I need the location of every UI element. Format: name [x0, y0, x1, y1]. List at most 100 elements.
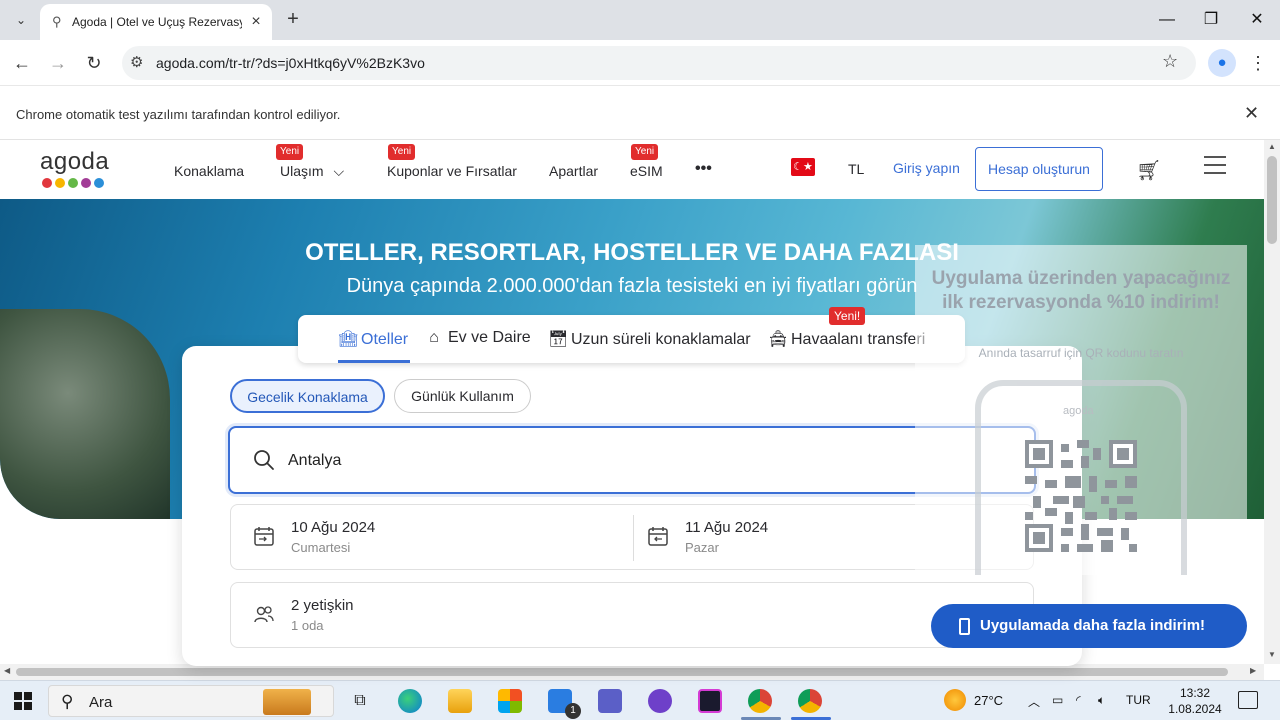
new-tab-button[interactable]: + [282, 8, 304, 30]
tray-chevron-icon[interactable]: ︿ [1028, 693, 1040, 710]
tab-homes[interactable]: ⌂ Ev ve Daire [425, 329, 531, 347]
weather-icon[interactable] [944, 689, 966, 711]
windows-taskbar: ⚲ Ara ⧉ 1 27°C ︿ ▭ ◜ 🔈︎ TUR 13:32 1.08.2… [0, 680, 1280, 720]
battery-icon[interactable]: ▭ [1052, 693, 1063, 707]
tab-close-icon[interactable]: × [246, 12, 266, 32]
rooms-count: 1 oda [291, 618, 324, 633]
new-badge: Yeni [631, 144, 659, 160]
checkin-day: Cumartesi [291, 540, 351, 555]
windows-start-icon[interactable] [14, 692, 32, 710]
tab-long-stay[interactable]: 📅︎ Uzun süreli konaklamalar [548, 329, 751, 349]
browser-toolbar: ← → ↻ ⚙ agoda.com/tr-tr/?ds=j0xHtkq6yV%2… [0, 40, 1280, 86]
search-icon [254, 450, 274, 470]
phone-icon [959, 617, 970, 635]
agoda-logo[interactable]: agoda [40, 148, 109, 176]
briefcase-icon [263, 689, 311, 715]
guests-field[interactable]: 2 yetişkin 1 oda [230, 582, 1034, 648]
bookmark-star-icon[interactable]: ☆ [1162, 51, 1178, 72]
chrome-active-icon[interactable] [798, 689, 822, 713]
search-icon: ⚲ [61, 692, 74, 711]
volume-icon[interactable]: 🔈︎ [1098, 693, 1105, 708]
hamburger-menu-icon[interactable] [1204, 156, 1226, 174]
app-discount-button[interactable]: Uygulamada daha fazla indirim! [931, 604, 1247, 648]
active-tab-underline [338, 360, 410, 363]
more-menu-icon[interactable]: ••• [695, 160, 712, 178]
app-discount-label: Uygulamada daha fazla indirim! [980, 617, 1206, 634]
close-window-button[interactable]: ✕ [1234, 6, 1280, 34]
infobar-close-icon[interactable]: ✕ [1244, 103, 1259, 124]
chrome-icon[interactable] [748, 689, 772, 713]
notifications-icon[interactable] [1238, 691, 1258, 709]
signin-link[interactable]: Giriş yapın [893, 160, 960, 176]
cart-icon[interactable]: 🛒︎ [1136, 158, 1161, 183]
logo-dots [42, 178, 104, 188]
nav-apartlar[interactable]: Apartlar [549, 163, 598, 179]
checkout-date: 11 Ağu 2024 [685, 519, 769, 536]
guests-count: 2 yetişkin [291, 597, 354, 614]
minimize-button[interactable]: — [1144, 6, 1190, 34]
horizontal-scroll-thumb[interactable] [16, 668, 1228, 676]
address-bar[interactable]: ⚙ agoda.com/tr-tr/?ds=j0xHtkq6yV%2BzK3vo… [122, 46, 1196, 80]
day-use-toggle[interactable]: Günlük Kullanım [394, 379, 531, 413]
vertical-scroll-thumb[interactable] [1267, 156, 1277, 244]
scroll-up-icon[interactable]: ▲ [1268, 142, 1276, 151]
chrome-menu-icon[interactable]: ⋮ [1248, 49, 1268, 77]
site-info-icon[interactable]: ⚙ [130, 53, 143, 71]
infobar-text: Chrome otomatik test yazılımı tarafından… [16, 107, 341, 122]
url-text[interactable]: agoda.com/tr-tr/?ds=j0xHtkq6yV%2BzK3vo [156, 55, 425, 71]
teams-icon[interactable] [598, 689, 622, 713]
file-explorer-icon[interactable] [448, 689, 472, 713]
overnight-stay-toggle[interactable]: Gecelik Konaklama [230, 379, 385, 413]
nav-konaklama[interactable]: Konaklama [174, 163, 244, 179]
house-icon: ⌂ [429, 329, 439, 346]
create-account-button[interactable]: Hesap oluşturun [975, 147, 1103, 191]
automation-infobar: Chrome otomatik test yazılımı tarafından… [0, 87, 1280, 140]
new-badge: Yeni [388, 144, 416, 160]
jetbrains-icon[interactable] [698, 689, 722, 713]
clock[interactable]: 13:32 1.08.2024 [1160, 685, 1230, 717]
checkout-calendar-icon [648, 527, 668, 546]
scroll-left-icon[interactable]: ◀ [4, 666, 10, 675]
restore-button[interactable]: ❐ [1188, 6, 1234, 34]
store-icon[interactable] [498, 689, 522, 713]
language-indicator[interactable]: TUR [1126, 693, 1151, 707]
github-desktop-icon[interactable] [648, 689, 672, 713]
vertical-scrollbar[interactable]: ▲ ▼ [1264, 140, 1280, 664]
checkout-day: Pazar [685, 540, 719, 555]
wifi-icon[interactable]: ◜ [1076, 693, 1081, 707]
checkin-calendar-icon [254, 527, 274, 546]
back-icon[interactable]: ← [8, 49, 36, 77]
search-type-tabs: 🏨︎ Oteller ⌂ Ev ve Daire 📅︎ Uzun süreli kon… [298, 307, 965, 363]
tab-hotels[interactable]: 🏨︎ Oteller [338, 329, 408, 349]
search-favicon-icon: ⚲ [52, 14, 62, 29]
tab-title: Agoda | Otel ve Uçuş Rezervasy [72, 15, 242, 29]
browser-tab[interactable]: ⚲ Agoda | Otel ve Uçuş Rezervasy × [40, 4, 272, 40]
guests-icon [254, 606, 274, 623]
checkin-date: 10 Ağu 2024 [291, 519, 376, 536]
forward-icon[interactable]: → [44, 49, 72, 77]
scroll-right-icon[interactable]: ▶ [1250, 666, 1256, 675]
currency-selector[interactable]: TL [848, 161, 864, 177]
date-range-field[interactable]: 10 Ağu 2024 Cumartesi 11 Ağu 2024 Pazar [230, 504, 1034, 570]
tab-search-chevron-icon[interactable]: ⌄ [8, 8, 34, 32]
nav-kuponlar[interactable]: Kuponlar ve Fırsatlar [387, 163, 517, 179]
tab-airport-transfer[interactable]: 🚖︎ Havaalanı transferi [768, 329, 925, 349]
profile-avatar-icon[interactable]: ● [1208, 49, 1236, 77]
taskbar-search-label: Ara [89, 694, 113, 711]
horizontal-scrollbar[interactable]: ◀ ▶ [0, 664, 1264, 680]
scroll-down-icon[interactable]: ▼ [1268, 650, 1276, 659]
nav-ulasim[interactable]: Ulaşım ⌵ [280, 163, 344, 180]
hero-rock-image [0, 309, 170, 519]
hotel-icon: 🏨︎ [338, 331, 359, 348]
reload-icon[interactable]: ↻ [80, 49, 108, 77]
date-divider [633, 515, 634, 561]
weather-temp[interactable]: 27°C [974, 693, 1003, 708]
site-header: agoda Konaklama Yeni Ulaşım ⌵ Yeni Kupon… [0, 140, 1264, 199]
qr-promo-title: Uygulama üzerinden yapacağınız ilk rezer… [931, 268, 1231, 313]
destination-input[interactable] [288, 446, 988, 476]
turkey-flag-icon[interactable]: ☾★ [791, 158, 815, 176]
edge-icon[interactable] [398, 689, 422, 713]
taskbar-search-box[interactable]: ⚲ Ara [48, 685, 334, 717]
nav-esim[interactable]: eSIM [630, 163, 663, 179]
task-view-icon[interactable]: ⧉ [348, 689, 372, 713]
